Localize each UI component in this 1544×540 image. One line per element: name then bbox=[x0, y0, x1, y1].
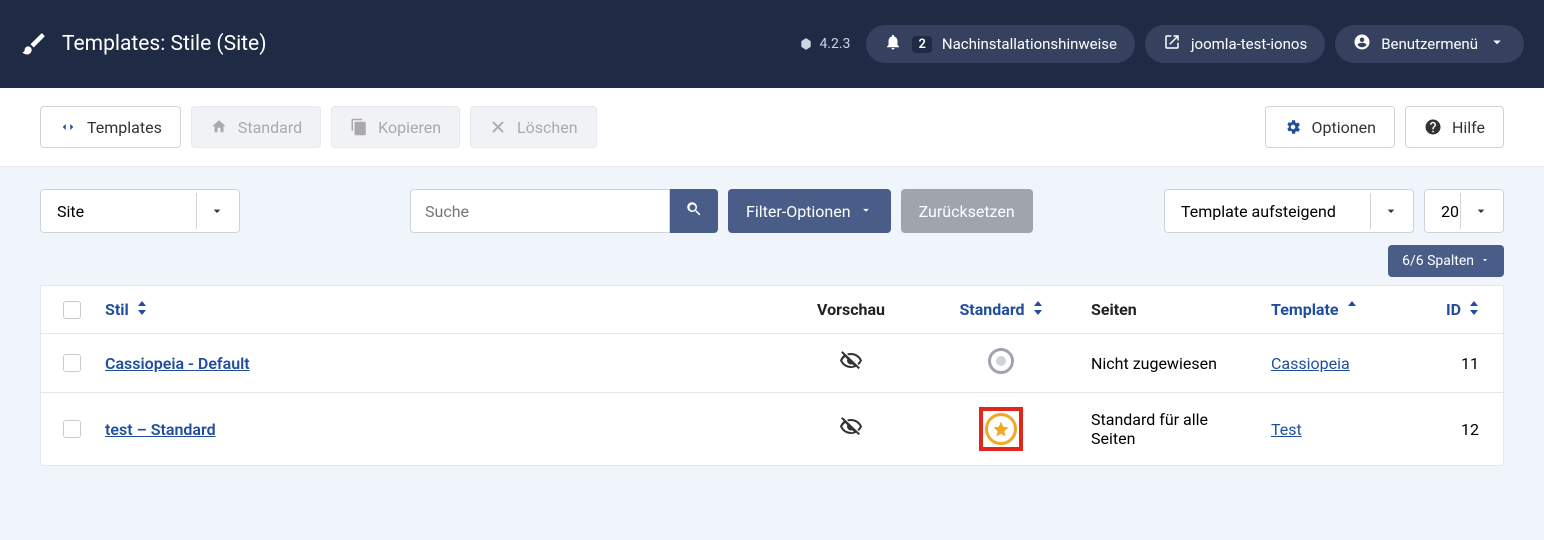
pages-cell: Nicht zugewiesen bbox=[1081, 334, 1261, 393]
template-link[interactable]: Test bbox=[1271, 420, 1302, 439]
limit-select[interactable]: 20 bbox=[1424, 189, 1504, 233]
sort-icon bbox=[1469, 301, 1479, 315]
col-style[interactable]: Stil bbox=[95, 286, 781, 334]
table-row: test – Standard Standard für alle Seiten… bbox=[41, 393, 1503, 466]
copy-icon bbox=[350, 118, 368, 136]
style-link[interactable]: Cassiopeia - Default bbox=[105, 354, 250, 373]
sort-icon bbox=[1033, 301, 1043, 315]
filterbar: Site Filter-Optionen Zurücksetzen Templa… bbox=[0, 167, 1544, 233]
col-pages: Seiten bbox=[1081, 286, 1261, 334]
sort-select[interactable]: Template aufsteigend bbox=[1164, 189, 1414, 233]
col-standard[interactable]: Standard bbox=[921, 286, 1081, 334]
site-select[interactable]: Site bbox=[40, 189, 240, 233]
reset-button[interactable]: Zurücksetzen bbox=[901, 189, 1033, 233]
template-link[interactable]: Cassiopeia bbox=[1271, 354, 1350, 373]
eye-off-icon[interactable] bbox=[839, 424, 863, 443]
style-link[interactable]: test – Standard bbox=[105, 420, 216, 439]
default-star-highlighted[interactable] bbox=[979, 407, 1023, 451]
page-heading: Templates: Stile (Site) bbox=[20, 30, 799, 58]
row-checkbox[interactable] bbox=[63, 420, 81, 438]
limit-select-value: 20 bbox=[1441, 202, 1459, 221]
col-template[interactable]: Template bbox=[1261, 286, 1431, 334]
table-row: Cassiopeia - Default Nicht zugewiesen Ca… bbox=[41, 334, 1503, 393]
chevron-down-icon bbox=[1488, 33, 1506, 55]
copy-label: Kopieren bbox=[378, 118, 441, 137]
sort-asc-icon bbox=[1347, 301, 1357, 315]
chevron-down-icon bbox=[196, 193, 236, 229]
copy-button[interactable]: Kopieren bbox=[331, 106, 460, 148]
chevron-down-icon bbox=[1370, 193, 1410, 229]
external-link-icon bbox=[1163, 33, 1181, 55]
filter-options-label: Filter-Optionen bbox=[746, 202, 851, 221]
help-icon bbox=[1424, 118, 1442, 136]
chevron-down-icon bbox=[859, 202, 873, 221]
columns-row: 6/6 Spalten bbox=[0, 233, 1544, 285]
templates-button[interactable]: Templates bbox=[40, 106, 181, 148]
select-all-checkbox[interactable] bbox=[63, 301, 81, 319]
notif-badge: 2 bbox=[912, 36, 931, 53]
id-cell: 11 bbox=[1431, 334, 1503, 393]
bell-icon bbox=[884, 33, 902, 55]
standard-label: Standard bbox=[238, 118, 302, 137]
filter-options-button[interactable]: Filter-Optionen bbox=[728, 189, 891, 233]
search-icon bbox=[685, 200, 703, 222]
topbar: Templates: Stile (Site) 4.2.3 2 Nachinst… bbox=[0, 0, 1544, 88]
gear-icon bbox=[1284, 118, 1302, 136]
usermenu-pill[interactable]: Benutzermenü bbox=[1335, 25, 1524, 63]
styles-table: Stil Vorschau Standard Seiten Template I… bbox=[40, 285, 1504, 466]
star-icon bbox=[985, 413, 1017, 445]
usermenu-label: Benutzermenü bbox=[1381, 35, 1478, 53]
table-header-row: Stil Vorschau Standard Seiten Template I… bbox=[41, 286, 1503, 334]
standard-button[interactable]: Standard bbox=[191, 106, 321, 148]
user-icon bbox=[1353, 33, 1371, 55]
help-label: Hilfe bbox=[1452, 118, 1485, 137]
postinstall-label: Nachinstallationshinweise bbox=[942, 35, 1117, 53]
site-label: joomla-test-ionos bbox=[1191, 35, 1307, 53]
toolbar: Templates Standard Kopieren Löschen Opti… bbox=[0, 88, 1544, 167]
close-icon bbox=[489, 118, 507, 136]
delete-label: Löschen bbox=[517, 118, 578, 137]
search-input[interactable] bbox=[410, 189, 670, 233]
sort-icon bbox=[137, 301, 147, 315]
eye-off-icon[interactable] bbox=[839, 358, 863, 377]
version-indicator[interactable]: 4.2.3 bbox=[799, 36, 850, 52]
search-button[interactable] bbox=[670, 189, 718, 233]
search-wrap bbox=[410, 189, 718, 233]
row-checkbox[interactable] bbox=[63, 354, 81, 372]
pages-cell: Standard für alle Seiten bbox=[1081, 393, 1261, 466]
columns-button[interactable]: 6/6 Spalten bbox=[1388, 245, 1504, 277]
home-icon bbox=[210, 118, 228, 136]
id-cell: 12 bbox=[1431, 393, 1503, 466]
caret-down-icon bbox=[1480, 253, 1490, 269]
help-button[interactable]: Hilfe bbox=[1405, 106, 1504, 148]
options-label: Optionen bbox=[1312, 118, 1376, 137]
site-select-value: Site bbox=[57, 202, 84, 221]
site-pill[interactable]: joomla-test-ionos bbox=[1145, 25, 1325, 63]
col-preview: Vorschau bbox=[781, 286, 921, 334]
delete-button[interactable]: Löschen bbox=[470, 106, 597, 148]
page-title: Templates: Stile (Site) bbox=[62, 32, 267, 56]
topbar-right: 4.2.3 2 Nachinstallationshinweise joomla… bbox=[799, 25, 1524, 63]
postinstall-pill[interactable]: 2 Nachinstallationshinweise bbox=[866, 25, 1135, 63]
col-id[interactable]: ID bbox=[1431, 286, 1503, 334]
columns-label: 6/6 Spalten bbox=[1402, 253, 1474, 269]
version-text: 4.2.3 bbox=[819, 36, 850, 52]
chevron-down-icon bbox=[1460, 193, 1500, 229]
sort-select-value: Template aufsteigend bbox=[1181, 202, 1336, 221]
default-radio-empty[interactable] bbox=[988, 348, 1014, 374]
brush-icon bbox=[20, 30, 48, 58]
code-icon bbox=[59, 118, 77, 136]
templates-label: Templates bbox=[87, 118, 162, 137]
options-button[interactable]: Optionen bbox=[1265, 106, 1395, 148]
